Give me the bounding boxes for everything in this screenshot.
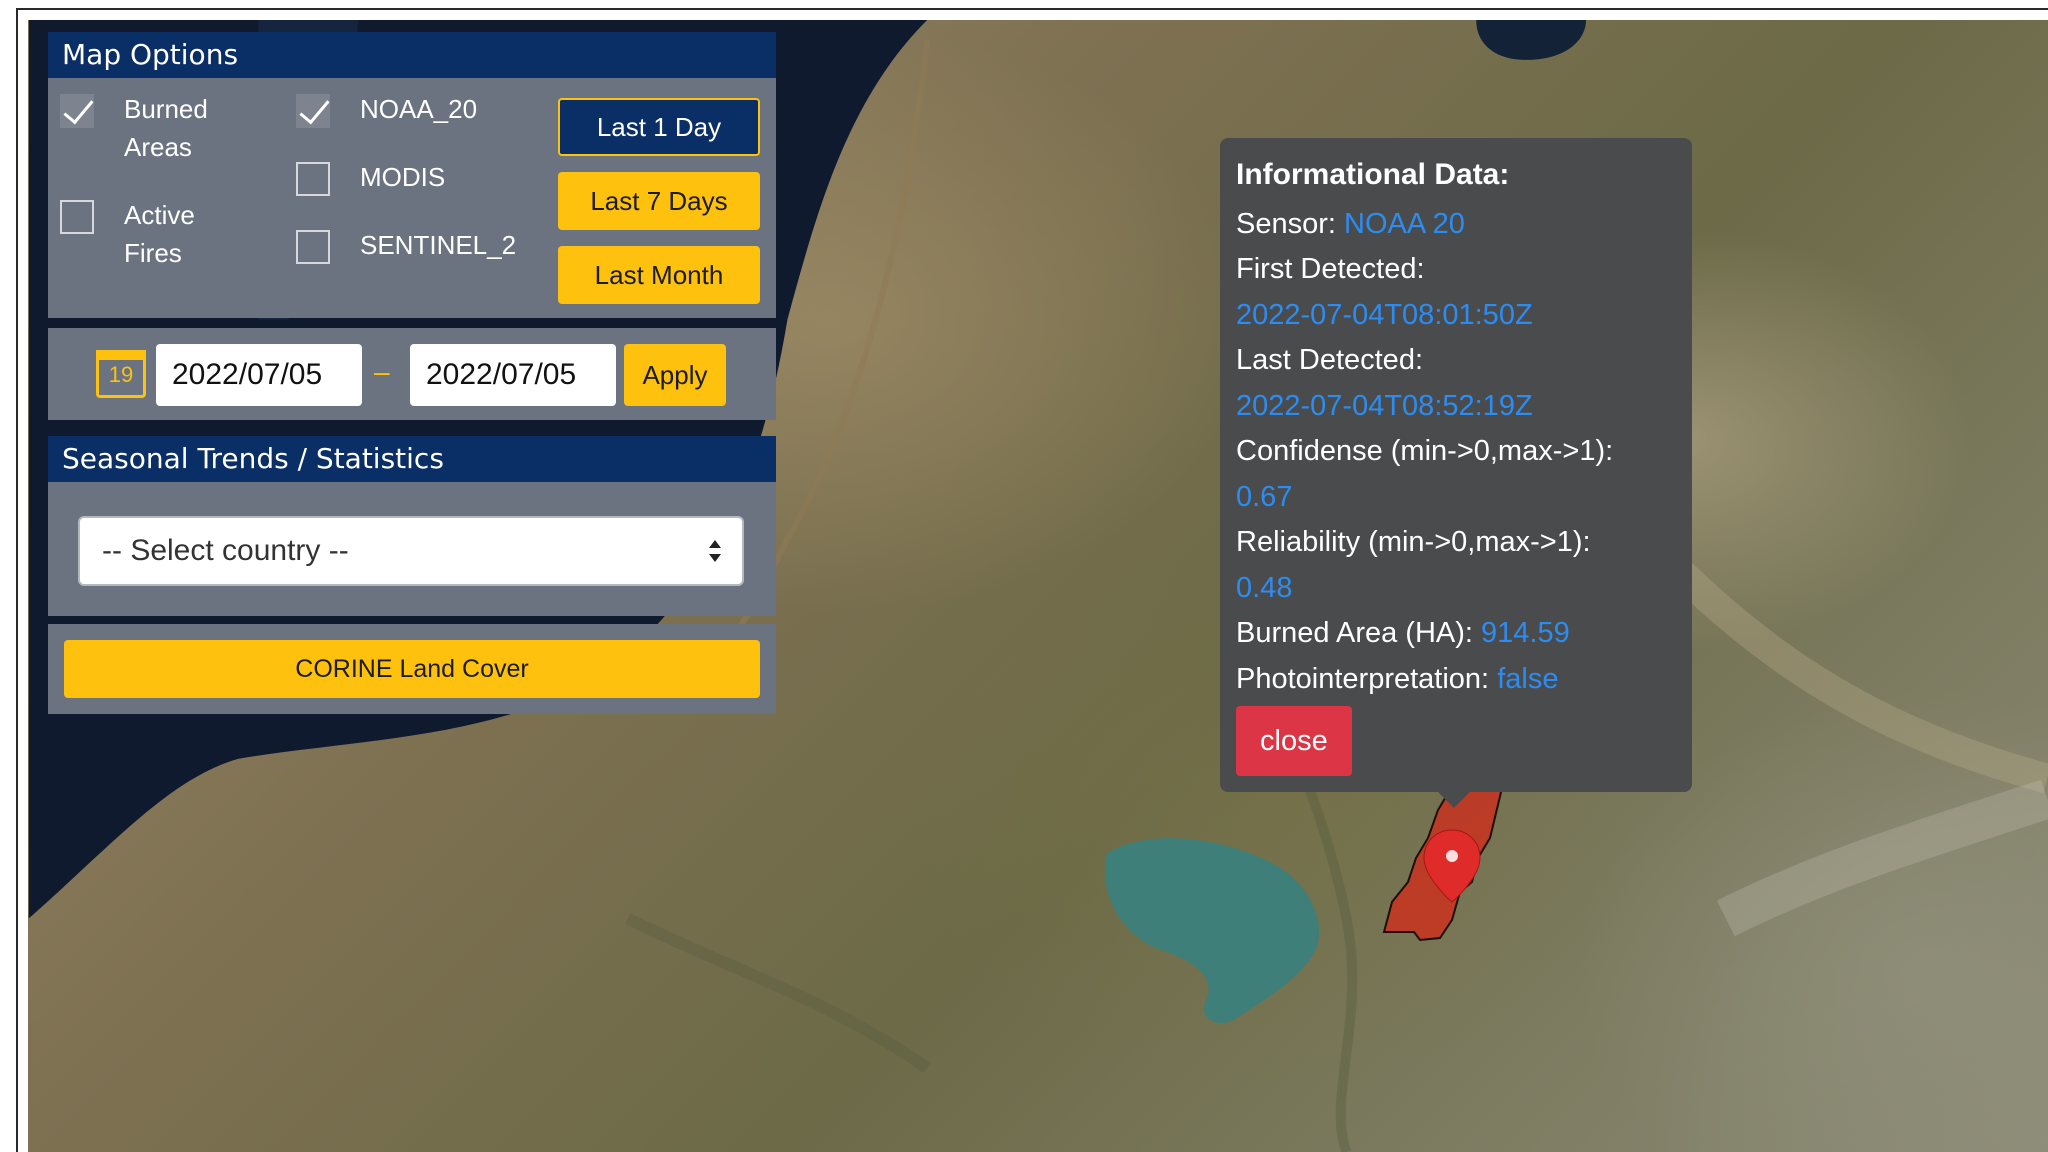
close-button[interactable]: close xyxy=(1236,706,1352,776)
modis-label: MODIS xyxy=(360,162,446,192)
end-date-input[interactable]: 2022/07/05 xyxy=(410,344,616,406)
burned-areas-label-1: Burned xyxy=(124,94,208,124)
date-separator: – xyxy=(374,356,390,387)
active-fires-label-1: Active xyxy=(124,200,195,230)
reliability-value: 0.48 xyxy=(1236,571,1293,604)
select-arrows-icon xyxy=(709,540,721,562)
country-select[interactable]: -- Select country -- xyxy=(78,516,744,586)
popup-photo-row: Photointerpretation: false xyxy=(1236,657,1676,703)
country-select-value: -- Select country -- xyxy=(102,534,349,567)
last-detected-label: Last Detected: xyxy=(1236,344,1423,376)
seasonal-trends-panel: Seasonal Trends / Statistics -- Select c… xyxy=(48,436,776,616)
last-detected-value: 2022-07-04T08:52:19Z xyxy=(1236,389,1533,422)
active-fires-checkbox[interactable] xyxy=(60,200,94,234)
sensor-sentinel2[interactable]: SENTINEL_2 xyxy=(296,226,516,264)
confidence-value: 0.67 xyxy=(1236,480,1293,513)
first-detected-label: First Detected: xyxy=(1236,253,1425,285)
start-date-input[interactable]: 2022/07/05 xyxy=(156,344,362,406)
first-detected-value: 2022-07-04T08:01:50Z xyxy=(1236,298,1533,331)
map-options-panel: Map Options Burned Areas Active Fires NOAA… xyxy=(48,32,776,318)
popup-pointer xyxy=(1436,790,1472,808)
active-fires-label-2: Fires xyxy=(124,238,182,268)
photointerpretation-value: false xyxy=(1497,662,1559,695)
popup-sensor-row: Sensor: NOAA 20 xyxy=(1236,202,1676,248)
modis-checkbox[interactable] xyxy=(296,162,330,196)
corine-panel: CORINE Land Cover xyxy=(48,624,776,714)
burned-area-label: Burned Area (HA): xyxy=(1236,617,1473,649)
layer-burned-areas[interactable]: Burned Areas xyxy=(60,90,208,166)
map-options-title: Map Options xyxy=(48,32,776,78)
popup-burned-area-row: Burned Area (HA): 914.59 xyxy=(1236,611,1676,657)
corine-land-cover-button[interactable]: CORINE Land Cover xyxy=(64,640,760,698)
seasonal-trends-title: Seasonal Trends / Statistics xyxy=(48,436,776,482)
popup-title: Informational Data: xyxy=(1236,158,1510,191)
sentinel2-checkbox[interactable] xyxy=(296,230,330,264)
sentinel2-label: SENTINEL_2 xyxy=(360,230,517,260)
confidence-label: Confidense (min->0,max->1): xyxy=(1236,435,1614,467)
sensor-modis[interactable]: MODIS xyxy=(296,158,445,196)
sensor-value: NOAA 20 xyxy=(1344,207,1465,240)
photointerpretation-label: Photointerpretation: xyxy=(1236,662,1490,695)
burned-areas-checkbox[interactable] xyxy=(60,94,94,128)
date-range-bar: 19 2022/07/05 – 2022/07/05 Apply xyxy=(48,328,776,420)
calendar-icon[interactable]: 19 xyxy=(96,350,146,398)
info-popup: Informational Data: Sensor: NOAA 20 Firs… xyxy=(1220,138,1692,792)
sensor-label: Sensor: xyxy=(1236,207,1336,240)
sensor-noaa20[interactable]: NOAA_20 xyxy=(296,90,477,128)
reliability-label: Reliability (min->0,max->1): xyxy=(1236,526,1591,558)
burned-areas-label-2: Areas xyxy=(124,132,192,162)
burned-area-value: 914.59 xyxy=(1481,617,1570,649)
browser-frame: Map Options Burned Areas Active Fires NOAA… xyxy=(16,8,2048,1152)
last-1-day-button[interactable]: Last 1 Day xyxy=(558,98,760,156)
noaa20-label: NOAA_20 xyxy=(360,94,478,124)
noaa20-checkbox[interactable] xyxy=(296,94,330,128)
layer-active-fires[interactable]: Active Fires xyxy=(60,196,195,272)
last-month-button[interactable]: Last Month xyxy=(558,246,760,304)
last-7-days-button[interactable]: Last 7 Days xyxy=(558,172,760,230)
apply-button[interactable]: Apply xyxy=(624,344,726,406)
